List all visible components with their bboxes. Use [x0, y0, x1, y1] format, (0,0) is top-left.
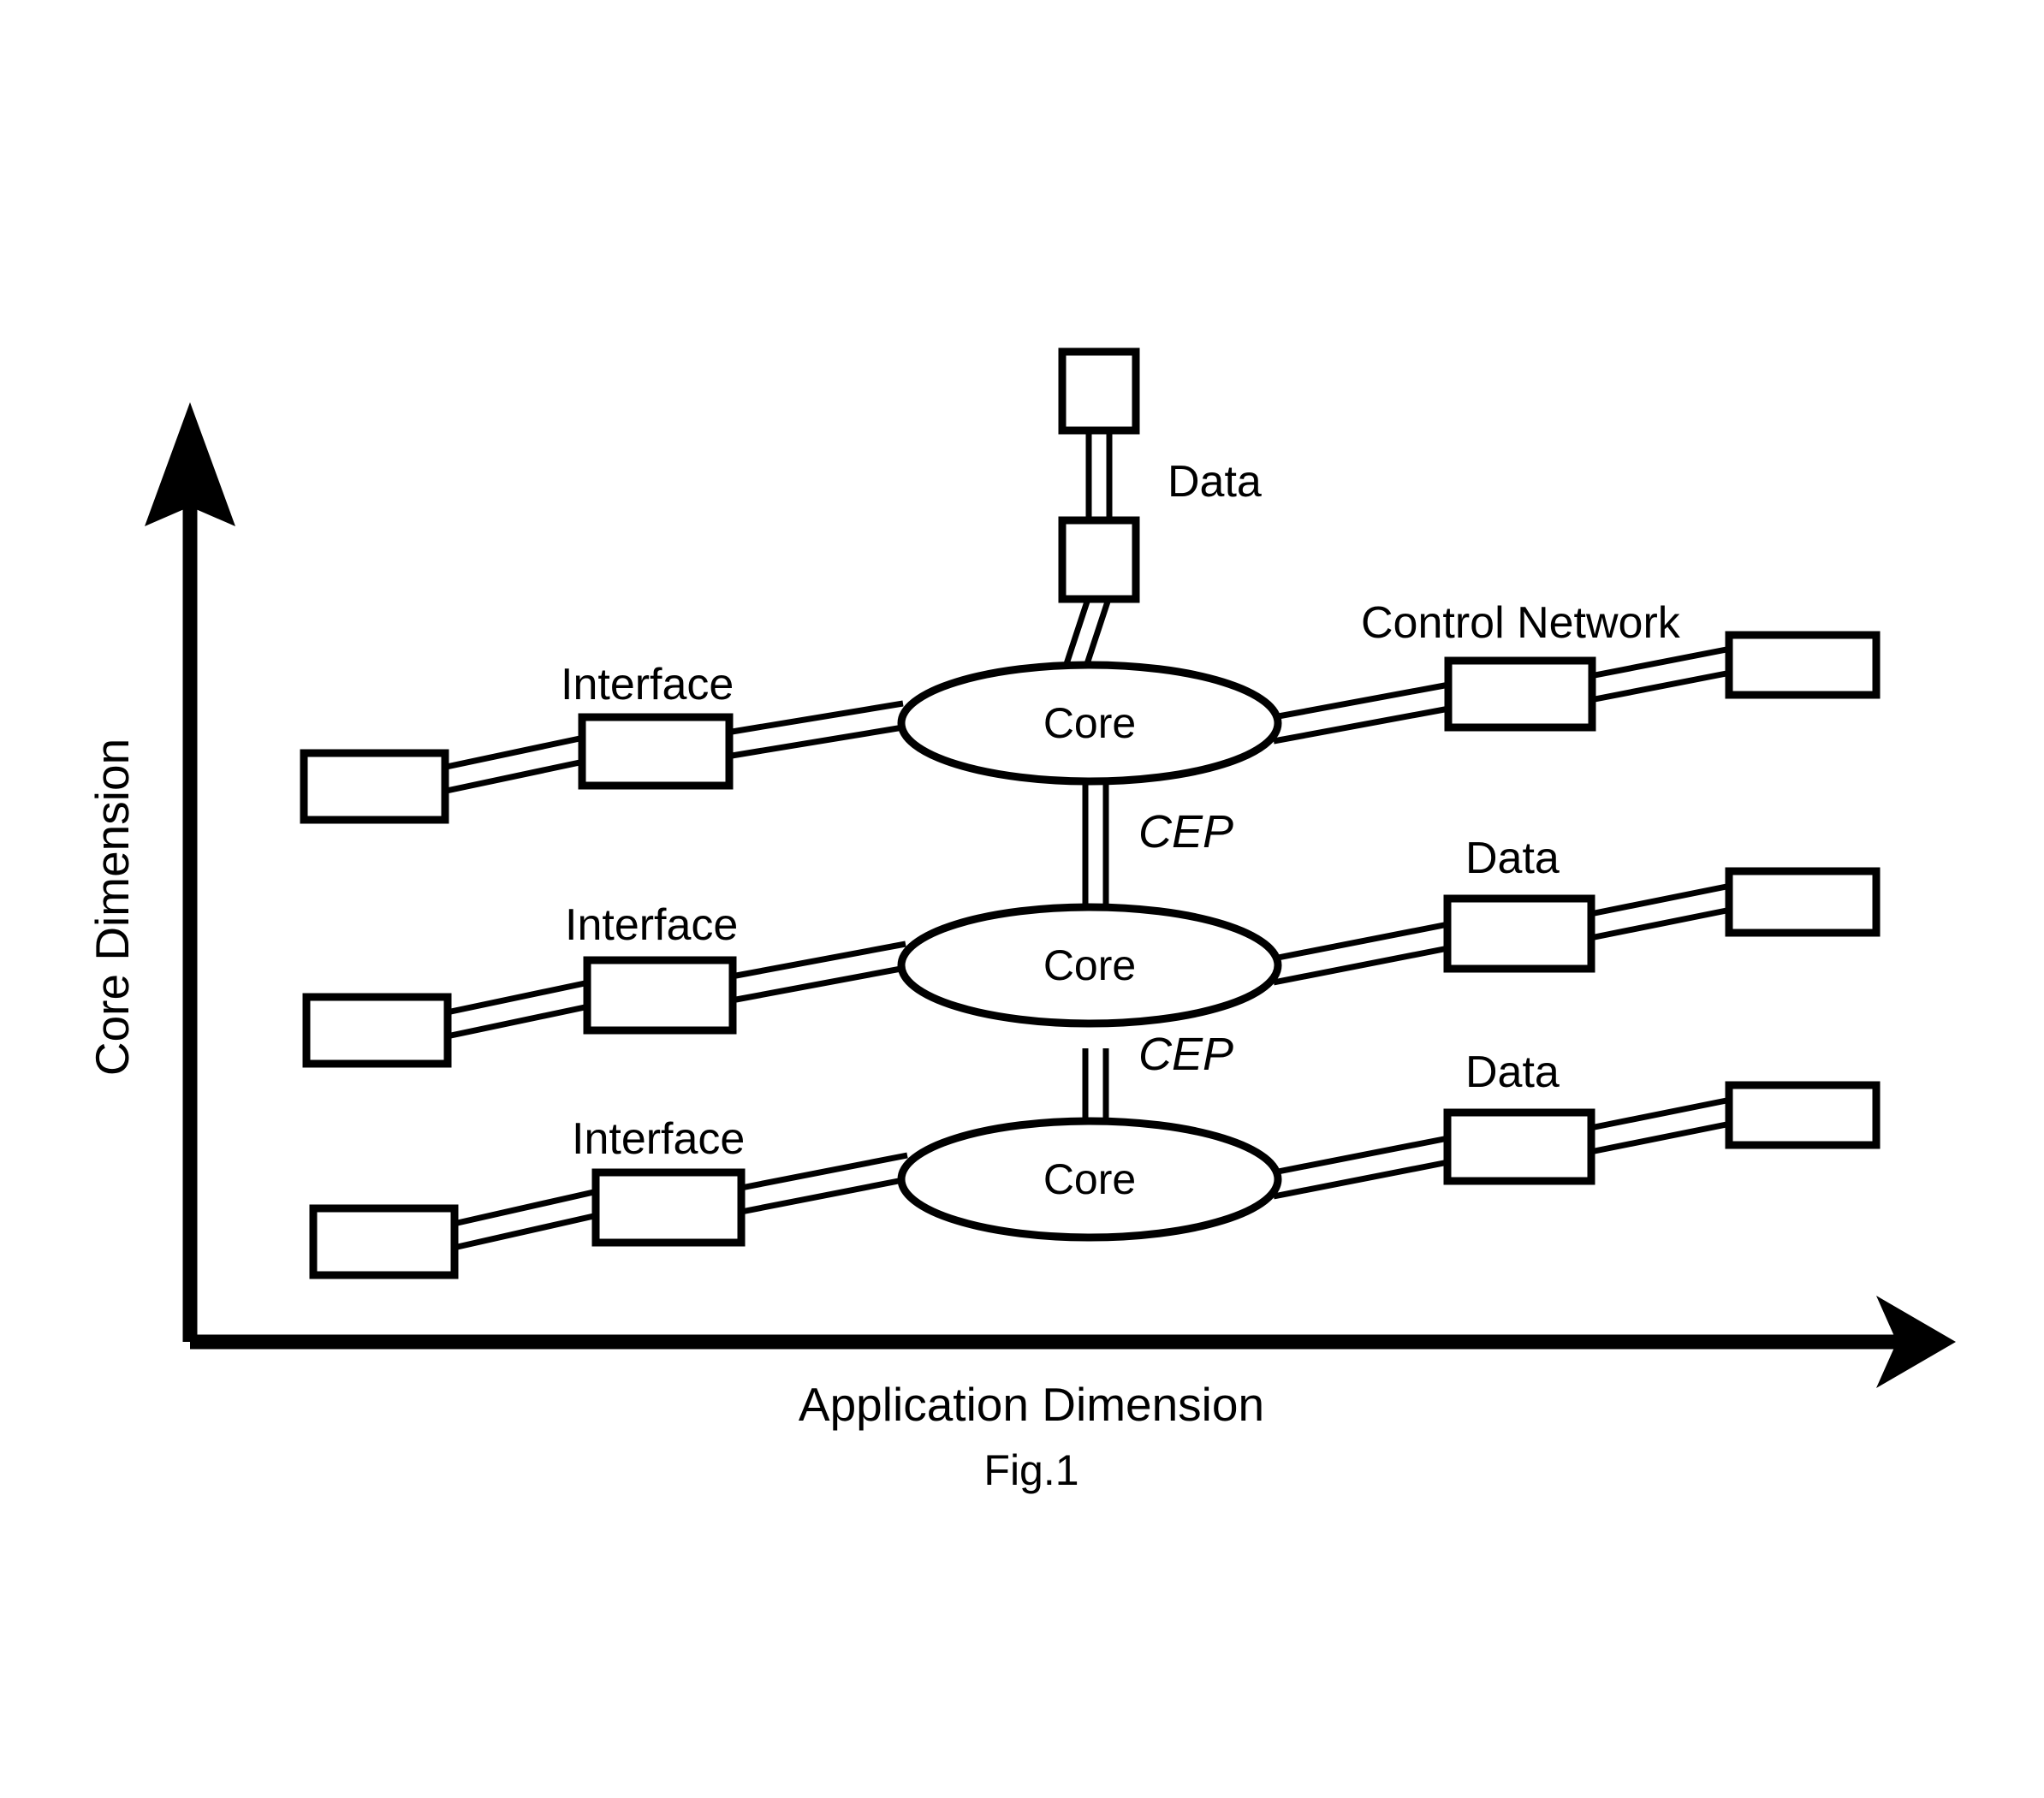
endpoint-box-middle-right[interactable] — [1725, 867, 1881, 937]
interface-label-top: Interface — [561, 660, 734, 709]
row-bottom-far-link-b — [1589, 1120, 1732, 1155]
endpoint-box-bottom-right[interactable] — [1725, 1081, 1881, 1149]
interface-box-bottom[interactable] — [591, 1168, 746, 1247]
data-label-bottom: Data — [1465, 1047, 1560, 1097]
interface-label-bottom: Interface — [572, 1114, 745, 1164]
patent-figure-diagram: Data CEP CEP Core Interface Control Netw… — [86, 347, 1956, 1494]
y-axis-label: Core Dimension — [86, 739, 139, 1076]
row-top: Core Interface Control Network — [300, 598, 1881, 824]
control-network-label: Control Network — [1361, 598, 1681, 648]
row-top-mid-link-a — [731, 700, 904, 735]
figure-root: Data CEP CEP Core Interface Control Netw… — [0, 0, 2044, 1798]
data-box-bottom[interactable] — [1443, 1108, 1595, 1185]
row-bottom: Core Interface Data — [309, 1047, 1881, 1279]
endpoint-box-top-left[interactable] — [300, 749, 449, 824]
top-chain-end-box[interactable] — [1058, 347, 1140, 435]
row-middle-far-link-b — [1589, 906, 1732, 941]
top-chain-mid-box[interactable] — [1058, 516, 1140, 603]
control-network-box-top[interactable] — [1444, 656, 1596, 732]
core-label-top: Core — [1043, 699, 1136, 747]
row-top-mid-link-b — [731, 724, 904, 759]
cep-label-top: CEP — [1138, 806, 1233, 857]
cep-label-bottom: CEP — [1138, 1029, 1233, 1080]
endpoint-box-middle-left[interactable] — [302, 993, 452, 1068]
endpoint-box-bottom-left[interactable] — [309, 1204, 459, 1279]
row-middle: Core Interface Data — [302, 834, 1881, 1068]
row-top-far-link-b — [1589, 669, 1732, 703]
core-label-middle: Core — [1043, 941, 1136, 989]
data-label-middle: Data — [1465, 834, 1560, 883]
top-data-chain: Data — [1056, 347, 1262, 686]
endpoint-box-top-right[interactable] — [1725, 631, 1881, 699]
row-bottom-far-link-a — [1589, 1096, 1732, 1131]
interface-label-middle: Interface — [565, 900, 738, 950]
interface-box-middle[interactable] — [583, 956, 737, 1035]
x-axis-label: Application Dimension — [799, 1378, 1264, 1431]
top-chain-data-label: Data — [1168, 457, 1262, 507]
row-top-far-link-a — [1589, 645, 1732, 679]
data-box-middle[interactable] — [1443, 894, 1595, 973]
core-label-bottom: Core — [1043, 1155, 1136, 1203]
interface-box-top[interactable] — [578, 713, 734, 790]
row-middle-far-link-a — [1589, 882, 1732, 917]
figure-caption: Fig.1 — [983, 1446, 1078, 1494]
